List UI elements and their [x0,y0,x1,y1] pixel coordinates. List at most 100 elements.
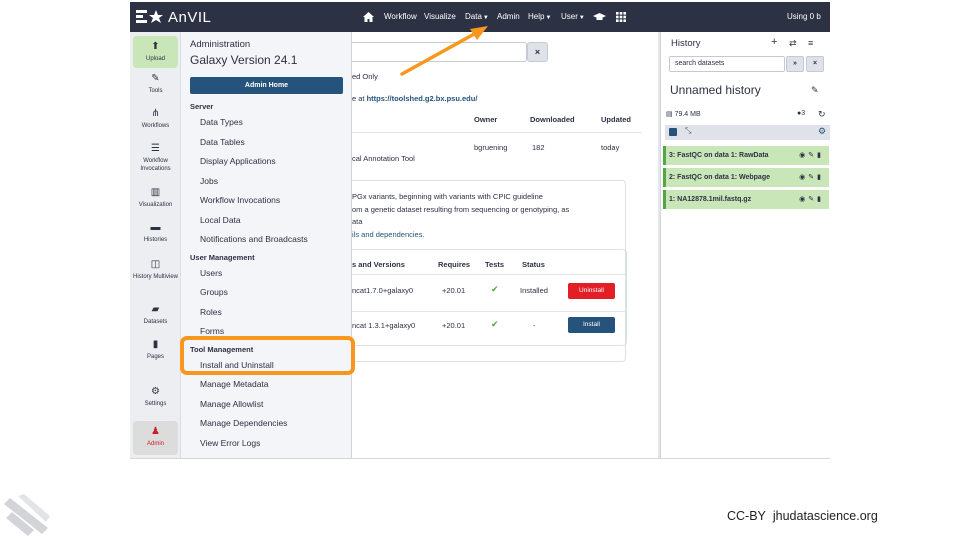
activity-admin[interactable]: ♟ Admin [133,421,178,455]
activity-label: Visualization [138,202,173,208]
admin-link-manage-metadata[interactable]: Manage Metadata [200,379,269,389]
revision-version: ncat1.7.0+galaxy0 [352,286,414,295]
history-settings-gear-icon[interactable]: ⚙ [818,126,826,137]
tool-description-line: om a genetic dataset resulting from sequ… [352,205,570,214]
brand[interactable]: AnVIL [130,2,352,32]
admin-link-notifications[interactable]: Notifications and Broadcasts [200,234,308,244]
toolshed-line: e at https://toolshed.g2.bx.psu.edu/ [352,94,477,103]
eye-icon[interactable]: ◉ [799,152,808,159]
details-link[interactable]: ils and dependencies. [352,230,425,239]
trash-icon[interactable]: ▮ [817,196,824,203]
activity-label: Settings [144,401,167,407]
clear-search-button[interactable]: × [527,42,548,62]
activity-upload[interactable]: ⬆ Upload [133,36,178,68]
toolshed-search-input[interactable] [352,42,527,62]
dataset-title: 1: NA12878.1mil.fastq.gz [669,196,752,203]
eye-icon[interactable]: ◉ [799,174,808,181]
apps-grid-icon[interactable] [616,2,626,32]
admin-link-view-error-logs[interactable]: View Error Logs [200,438,260,448]
tool-description-line: PGx variants, beginning with variants wi… [352,192,543,201]
col-updated: Updated [601,115,631,124]
toolshed-url-link[interactable]: https://toolshed.g2.bx.psu.edu/ [367,94,478,103]
admin-link-jobs[interactable]: Jobs [200,176,218,186]
pencil-icon[interactable]: ✎ [808,174,817,181]
graduation-cap-icon[interactable] [593,2,606,32]
activity-workflow-invocations[interactable]: ☰ Workflow Invocations [133,143,178,173]
eye-icon[interactable]: ◉ [799,196,808,203]
history-title: History [671,38,701,49]
history-size[interactable]: ▤ 79.4 MB [666,110,701,118]
collapse-icon[interactable]: ⤡ [685,126,691,136]
trash-icon[interactable]: ▮ [817,152,824,159]
col-requires: Requires [438,260,471,269]
wrench-icon: ✎ [151,73,160,84]
revision-version: ncat 1.3.1+galaxy0 [352,321,416,330]
dataset-item[interactable]: 3: FastQC on data 1: RawData ◉✎▮ [663,146,829,165]
revision-status: - [533,321,536,330]
search-datasets-input[interactable]: search datasets [669,56,785,72]
nav-admin[interactable]: Admin [497,2,520,32]
advanced-search-icon[interactable]: » [786,56,804,72]
admin-link-manage-dependencies[interactable]: Manage Dependencies [200,418,287,428]
admin-link-local-data[interactable]: Local Data [200,215,241,225]
admin-link-forms[interactable]: Forms [200,326,224,336]
select-all-checkbox[interactable] [669,128,677,136]
activity-pages[interactable]: ▮ Pages [133,339,178,361]
admin-link-data-types[interactable]: Data Types [200,117,243,127]
new-history-icon[interactable]: + [771,36,777,48]
cell-downloaded: 182 [532,143,545,152]
activity-tools[interactable]: ✎ Tools [133,73,178,95]
switch-history-icon[interactable]: ⇄ [789,38,797,49]
pencil-icon[interactable]: ✎ [808,196,817,203]
nav-user[interactable]: User▼ [561,2,585,32]
nav-help-label: Help [528,12,545,21]
activity-workflows[interactable]: ⋔ Workflows [133,108,178,130]
history-options-icon[interactable]: ≡ [808,38,813,48]
refresh-icon[interactable]: ↻ [818,109,826,120]
history-count[interactable]: ●3 [797,110,805,117]
activity-history-multiview[interactable]: ◫ History Multiview [133,259,178,281]
license-text: CC-BY [727,509,766,523]
edit-history-icon[interactable]: ✎ [811,85,819,96]
admin-link-display-applications[interactable]: Display Applications [200,156,276,166]
clear-search-icon[interactable]: × [806,56,824,72]
user-gear-icon: ♟ [151,426,160,437]
nav-help[interactable]: Help▼ [528,2,551,32]
install-button[interactable]: Install [568,317,615,333]
activity-datasets[interactable]: ▰ Datasets [133,304,178,326]
dataset-title: 3: FastQC on data 1: RawData [669,152,769,159]
admin-link-groups[interactable]: Groups [200,287,228,297]
storage-usage[interactable]: Using 0 b [787,2,821,32]
activity-histories[interactable]: ▬ Histories [133,222,178,244]
site-text[interactable]: jhudatascience.org [773,509,878,523]
admin-panel: Administration Galaxy Version 24.1 Admin… [181,32,352,458]
nav-visualize[interactable]: Visualize [424,2,456,32]
history-size-value: 79.4 MB [674,111,701,118]
nav-data[interactable]: Data▼ [465,2,489,32]
chart-icon: ▥ [150,187,161,198]
center-panel: × ed Only e at https://toolshed.g2.bx.ps… [352,32,658,458]
uninstall-button[interactable]: Uninstall [568,283,615,299]
activity-visualization[interactable]: ▥ Visualization [133,187,178,209]
dataset-actions: ◉✎▮ [799,190,824,209]
dataset-item[interactable]: 1: NA12878.1mil.fastq.gz ◉✎▮ [663,190,829,209]
check-icon: ✔ [491,319,499,329]
tool-description-line: ata [352,217,363,226]
pencil-icon[interactable]: ✎ [808,152,817,159]
col-owner: Owner [474,115,498,124]
admin-link-workflow-invocations[interactable]: Workflow Invocations [200,195,280,205]
admin-home-button[interactable]: Admin Home [190,77,343,94]
dataset-item[interactable]: 2: FastQC on data 1: Webpage ◉✎▮ [663,168,829,187]
activity-label: Histories [143,237,168,243]
admin-link-roles[interactable]: Roles [200,307,222,317]
activity-settings[interactable]: ⚙ Settings [133,386,178,408]
admin-link-manage-allowlist[interactable]: Manage Allowlist [200,399,263,409]
trash-icon[interactable]: ▮ [817,174,824,181]
admin-link-users[interactable]: Users [200,268,222,278]
home-icon[interactable] [363,2,374,32]
nav-workflow[interactable]: Workflow [384,2,417,32]
divider [352,274,626,275]
activity-label: Pages [146,354,164,360]
admin-link-data-tables[interactable]: Data Tables [200,137,245,147]
revision-requires: +20.01 [442,321,466,330]
